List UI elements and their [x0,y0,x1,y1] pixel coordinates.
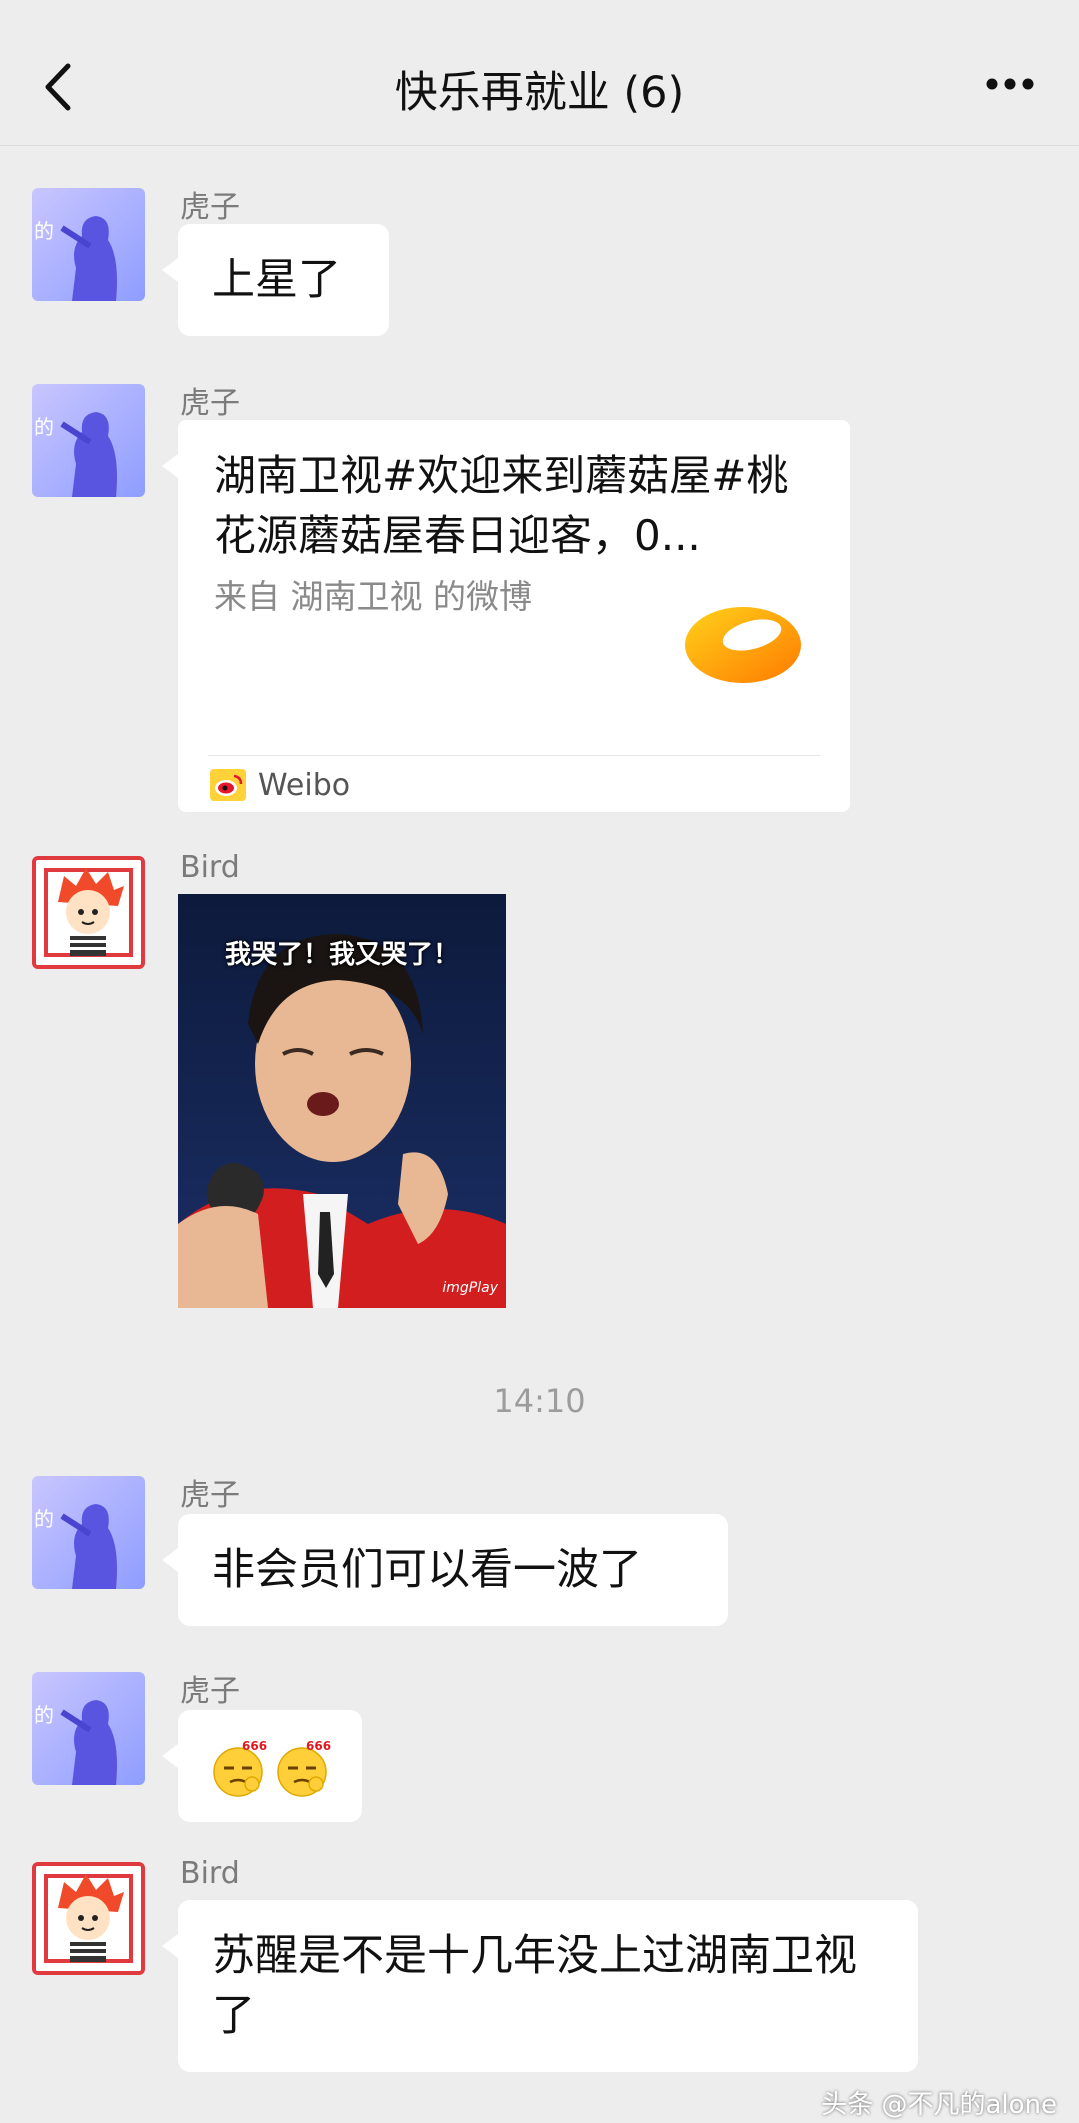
emoji-666-icon: 666 [213,1739,267,1797]
chat-header: 快乐再就业 (6) [0,0,1079,146]
chat-screen: 快乐再就业 (6) 的 虎子 上星了 的 虎子 湖南卫视#欢迎来到蘑菇屋#桃花源… [0,0,1079,2123]
card-footer: Weibo [210,765,350,805]
cartoon-boy-avatar [36,860,141,965]
card-title: 湖南卫视#欢迎来到蘑菇屋#桃花源蘑菇屋春日迎客，0... [214,451,789,560]
meme-image[interactable]: 我哭了！我又哭了！ imgPlay [178,894,506,1308]
message-bubble[interactable]: 非会员们可以看一波了 [162,1514,728,1626]
message-bubble[interactable]: 666 666 [162,1710,362,1822]
svg-text:的: 的 [34,1703,54,1727]
sender-name: 虎子 [180,190,240,225]
weibo-icon [210,769,246,801]
emoji-666-icon: 666 [277,1739,331,1797]
singer-silhouette-avatar: 的 [32,1476,145,1589]
svg-text:的: 的 [34,1507,54,1531]
sender-name: 虎子 [180,386,240,421]
svg-text:的: 的 [34,415,54,439]
time-divider: 14:10 [493,1382,586,1420]
message-text: 非会员们可以看一波了 [212,1545,642,1595]
weibo-link-card[interactable]: 湖南卫视#欢迎来到蘑菇屋#桃花源蘑菇屋春日迎客，0... 来自 湖南卫视 的微博 [162,420,850,812]
card-subtitle: 来自 湖南卫视 的微博 [214,577,532,616]
avatar-bird[interactable] [32,1862,145,1975]
avatar-huzi[interactable]: 的 [32,1476,145,1589]
sender-name: 虎子 [180,1478,240,1513]
card-source: Weibo [258,767,351,803]
card-divider [208,755,820,756]
avatar-bird[interactable] [32,856,145,969]
chat-title: 快乐再就业 (6) [394,68,685,118]
avatar-huzi[interactable]: 的 [32,384,145,497]
mango-tv-logo [685,607,801,683]
singer-silhouette-avatar: 的 [32,384,145,497]
message-bubble[interactable]: 苏醒是不是十几年没上过湖南卫视了 [162,1900,918,2072]
sender-name: 虎子 [180,1674,240,1709]
avatar-huzi[interactable]: 的 [32,1672,145,1785]
avatar-huzi[interactable]: 的 [32,188,145,301]
meme-watermark: imgPlay [442,1280,498,1296]
sender-name: Bird [180,1856,240,1891]
source-watermark: 头条 @不凡的alone [821,2090,1057,2120]
sender-name: Bird [180,850,240,885]
more-button[interactable] [975,64,1045,104]
emoji-label: 666 [306,1739,331,1753]
message-text: 上星了 [212,255,341,305]
singer-silhouette-avatar: 的 [32,188,145,301]
message-bubble[interactable]: 上星了 [162,224,389,336]
emoji-label: 666 [242,1739,267,1753]
svg-text:的: 的 [34,219,54,243]
message-text: 苏醒是不是十几年没上过湖南卫视了 [212,1931,857,2041]
meme-caption: 我哭了！我又哭了！ [224,940,459,970]
more-dots-icon [986,78,1034,90]
cartoon-boy-avatar [36,1866,141,1971]
singer-silhouette-avatar: 的 [32,1672,145,1785]
